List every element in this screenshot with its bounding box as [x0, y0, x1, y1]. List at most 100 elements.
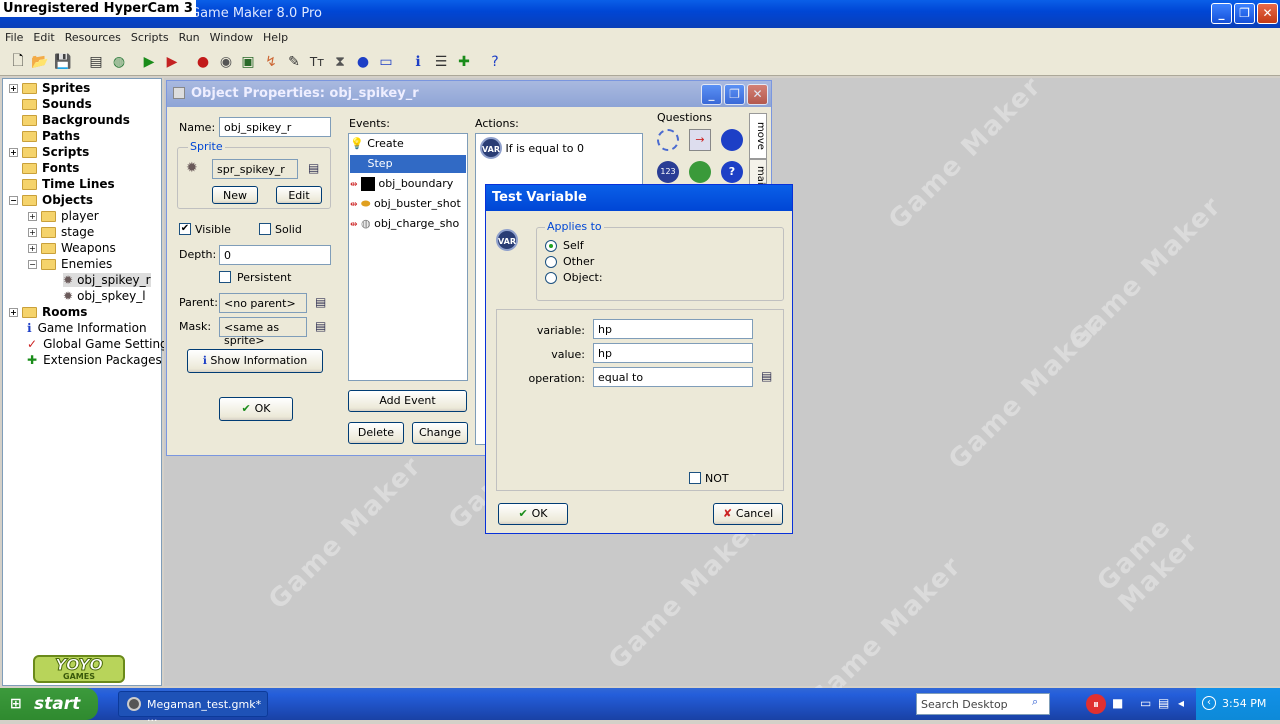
create-script-icon[interactable]: ✎ [284, 52, 304, 72]
menu-file[interactable]: File [0, 28, 28, 47]
menu-resources[interactable]: Resources [60, 28, 126, 47]
operation-field[interactable]: equal to [593, 367, 753, 387]
depth-field[interactable]: 0 [219, 245, 331, 265]
tree-item-obj-spikey-r[interactable]: ✹ obj_spikey_r [63, 273, 151, 287]
check-collision-icon[interactable]: → [689, 129, 711, 151]
test-chance-icon[interactable] [689, 161, 711, 183]
visible-checkbox[interactable]: ✔ [179, 223, 191, 235]
create-timeline-icon[interactable]: ⧗ [330, 52, 350, 72]
tree-item-game-info[interactable]: ℹ Game Information [27, 321, 147, 335]
applies-other-radio[interactable] [545, 256, 557, 268]
change-event-button[interactable]: Change [412, 422, 468, 444]
publish-icon[interactable]: ◍ [109, 52, 129, 72]
menu-window[interactable]: Window [205, 28, 258, 47]
dialog-cancel-button[interactable]: ✘ Cancel [713, 503, 783, 525]
create-room-icon[interactable]: ▭ [376, 52, 396, 72]
clock[interactable]: 3:54 PM [1222, 697, 1266, 710]
create-background-icon[interactable]: ▣ [238, 52, 258, 72]
close-button[interactable]: ✕ [1257, 3, 1278, 24]
name-field[interactable]: obj_spikey_r [219, 117, 331, 137]
stop-icon[interactable]: ■ [1112, 696, 1123, 710]
tab-move[interactable]: move [749, 113, 767, 159]
check-object-icon[interactable] [721, 129, 743, 151]
menu-help[interactable]: Help [258, 28, 293, 47]
tree-item-obj-spkey-l[interactable]: ✹ obj_spkey_l [63, 289, 146, 303]
tree-item-global-settings[interactable]: ✓ Global Game Settings [27, 337, 174, 351]
run-game-icon[interactable]: ▶ [139, 52, 159, 72]
applies-object-radio[interactable] [545, 272, 557, 284]
tree-item-weapons[interactable]: + Weapons [28, 241, 116, 255]
action-item[interactable]: VAR If is equal to 0 [480, 137, 584, 159]
pause-icon[interactable]: ⏸ [1086, 694, 1106, 714]
create-sprite-icon[interactable]: ● [193, 52, 213, 72]
chevron-left-icon[interactable]: ‹ [1202, 696, 1216, 710]
add-event-button[interactable]: Add Event [348, 390, 467, 412]
test-instance-count-icon[interactable]: 123 [657, 161, 679, 183]
menu-scripts[interactable]: Scripts [126, 28, 174, 47]
global-settings-icon[interactable]: ☰ [431, 52, 451, 72]
tree-item-extension-packages[interactable]: ✚ Extension Packages [27, 353, 162, 367]
search-icon[interactable]: ⌕ [1032, 695, 1038, 709]
check-question-icon[interactable]: ? [721, 161, 743, 183]
ok-button[interactable]: ✔ OK [219, 397, 293, 421]
dialog-ok-button[interactable]: ✔ OK [498, 503, 568, 525]
value-field[interactable]: hp [593, 343, 753, 363]
tree-item-fonts[interactable]: Fonts [22, 161, 79, 175]
parent-menu-icon[interactable]: ▤ [315, 295, 326, 309]
check-empty-icon[interactable] [657, 129, 679, 151]
maximize-button[interactable]: ❐ [1234, 3, 1255, 24]
extension-packages-icon[interactable]: ✚ [454, 52, 474, 72]
network-icon[interactable]: ▤ [1158, 696, 1169, 710]
create-object-icon[interactable]: ● [353, 52, 373, 72]
event-collision[interactable]: ⇹ obj_boundary [350, 175, 466, 193]
event-create[interactable]: 💡 Create [350, 135, 466, 153]
new-file-icon[interactable]: 🗋 [8, 52, 28, 72]
create-path-icon[interactable]: ↯ [261, 52, 281, 72]
menu-edit[interactable]: Edit [28, 28, 59, 47]
event-collision[interactable]: ⇹ ◍ obj_charge_sho [350, 215, 466, 233]
not-checkbox[interactable] [689, 472, 701, 484]
show-information-button[interactable]: ℹ Show Information [187, 349, 323, 373]
minimize-button[interactable]: _ [701, 84, 722, 105]
create-sound-icon[interactable]: ◉ [216, 52, 236, 72]
tree-item-rooms[interactable]: + Rooms [9, 305, 87, 319]
tree-item-player[interactable]: + player [28, 209, 99, 223]
tree-item-objects[interactable]: − Objects [9, 193, 93, 207]
applies-self-radio[interactable] [545, 240, 557, 252]
tree-item-scripts[interactable]: + Scripts [9, 145, 89, 159]
menu-run[interactable]: Run [174, 28, 205, 47]
volume-icon[interactable]: ◂ [1178, 696, 1184, 710]
maximize-button[interactable]: ❐ [724, 84, 745, 105]
help-icon[interactable]: ? [485, 52, 505, 72]
operation-menu-icon[interactable]: ▤ [761, 369, 772, 383]
create-font-icon[interactable]: Tт [307, 52, 327, 72]
open-folder-icon[interactable]: 📂 [30, 52, 50, 72]
minimize-button[interactable]: _ [1211, 3, 1232, 24]
display-icon[interactable]: ▭ [1140, 696, 1151, 710]
start-button[interactable]: ⊞ start [0, 688, 98, 720]
solid-checkbox[interactable] [259, 223, 271, 235]
save-icon[interactable]: 💾 [53, 52, 73, 72]
tree-item-sounds[interactable]: Sounds [22, 97, 92, 111]
persistent-checkbox[interactable] [219, 271, 231, 283]
mask-field[interactable]: <same as sprite> [219, 317, 307, 347]
new-sprite-button[interactable]: New [212, 186, 258, 204]
tree-item-enemies[interactable]: − Enemies [28, 257, 112, 271]
taskbar-task-gamemaker[interactable]: Megaman_test.gmk* ... [118, 691, 268, 724]
parent-field[interactable]: <no parent> [219, 293, 307, 313]
variable-field[interactable]: hp [593, 319, 753, 339]
tree-item-backgrounds[interactable]: Backgrounds [22, 113, 130, 127]
mask-menu-icon[interactable]: ▤ [315, 319, 326, 333]
search-desktop-input[interactable]: Search Desktop [916, 693, 1050, 715]
tree-item-paths[interactable]: Paths [22, 129, 80, 143]
sprite-menu-icon[interactable]: ▤ [308, 161, 319, 175]
game-info-icon[interactable]: ℹ [408, 52, 428, 72]
create-exe-icon[interactable]: ▤ [86, 52, 106, 72]
event-collision[interactable]: ⇹ ⬬ obj_buster_shot [350, 195, 466, 213]
edit-sprite-button[interactable]: Edit [276, 186, 322, 204]
tree-item-sprites[interactable]: + Sprites [9, 81, 90, 95]
debug-game-icon[interactable]: ▶ [162, 52, 182, 72]
sprite-field[interactable]: spr_spikey_r [212, 159, 298, 179]
delete-event-button[interactable]: Delete [348, 422, 404, 444]
tree-item-stage[interactable]: + stage [28, 225, 94, 239]
